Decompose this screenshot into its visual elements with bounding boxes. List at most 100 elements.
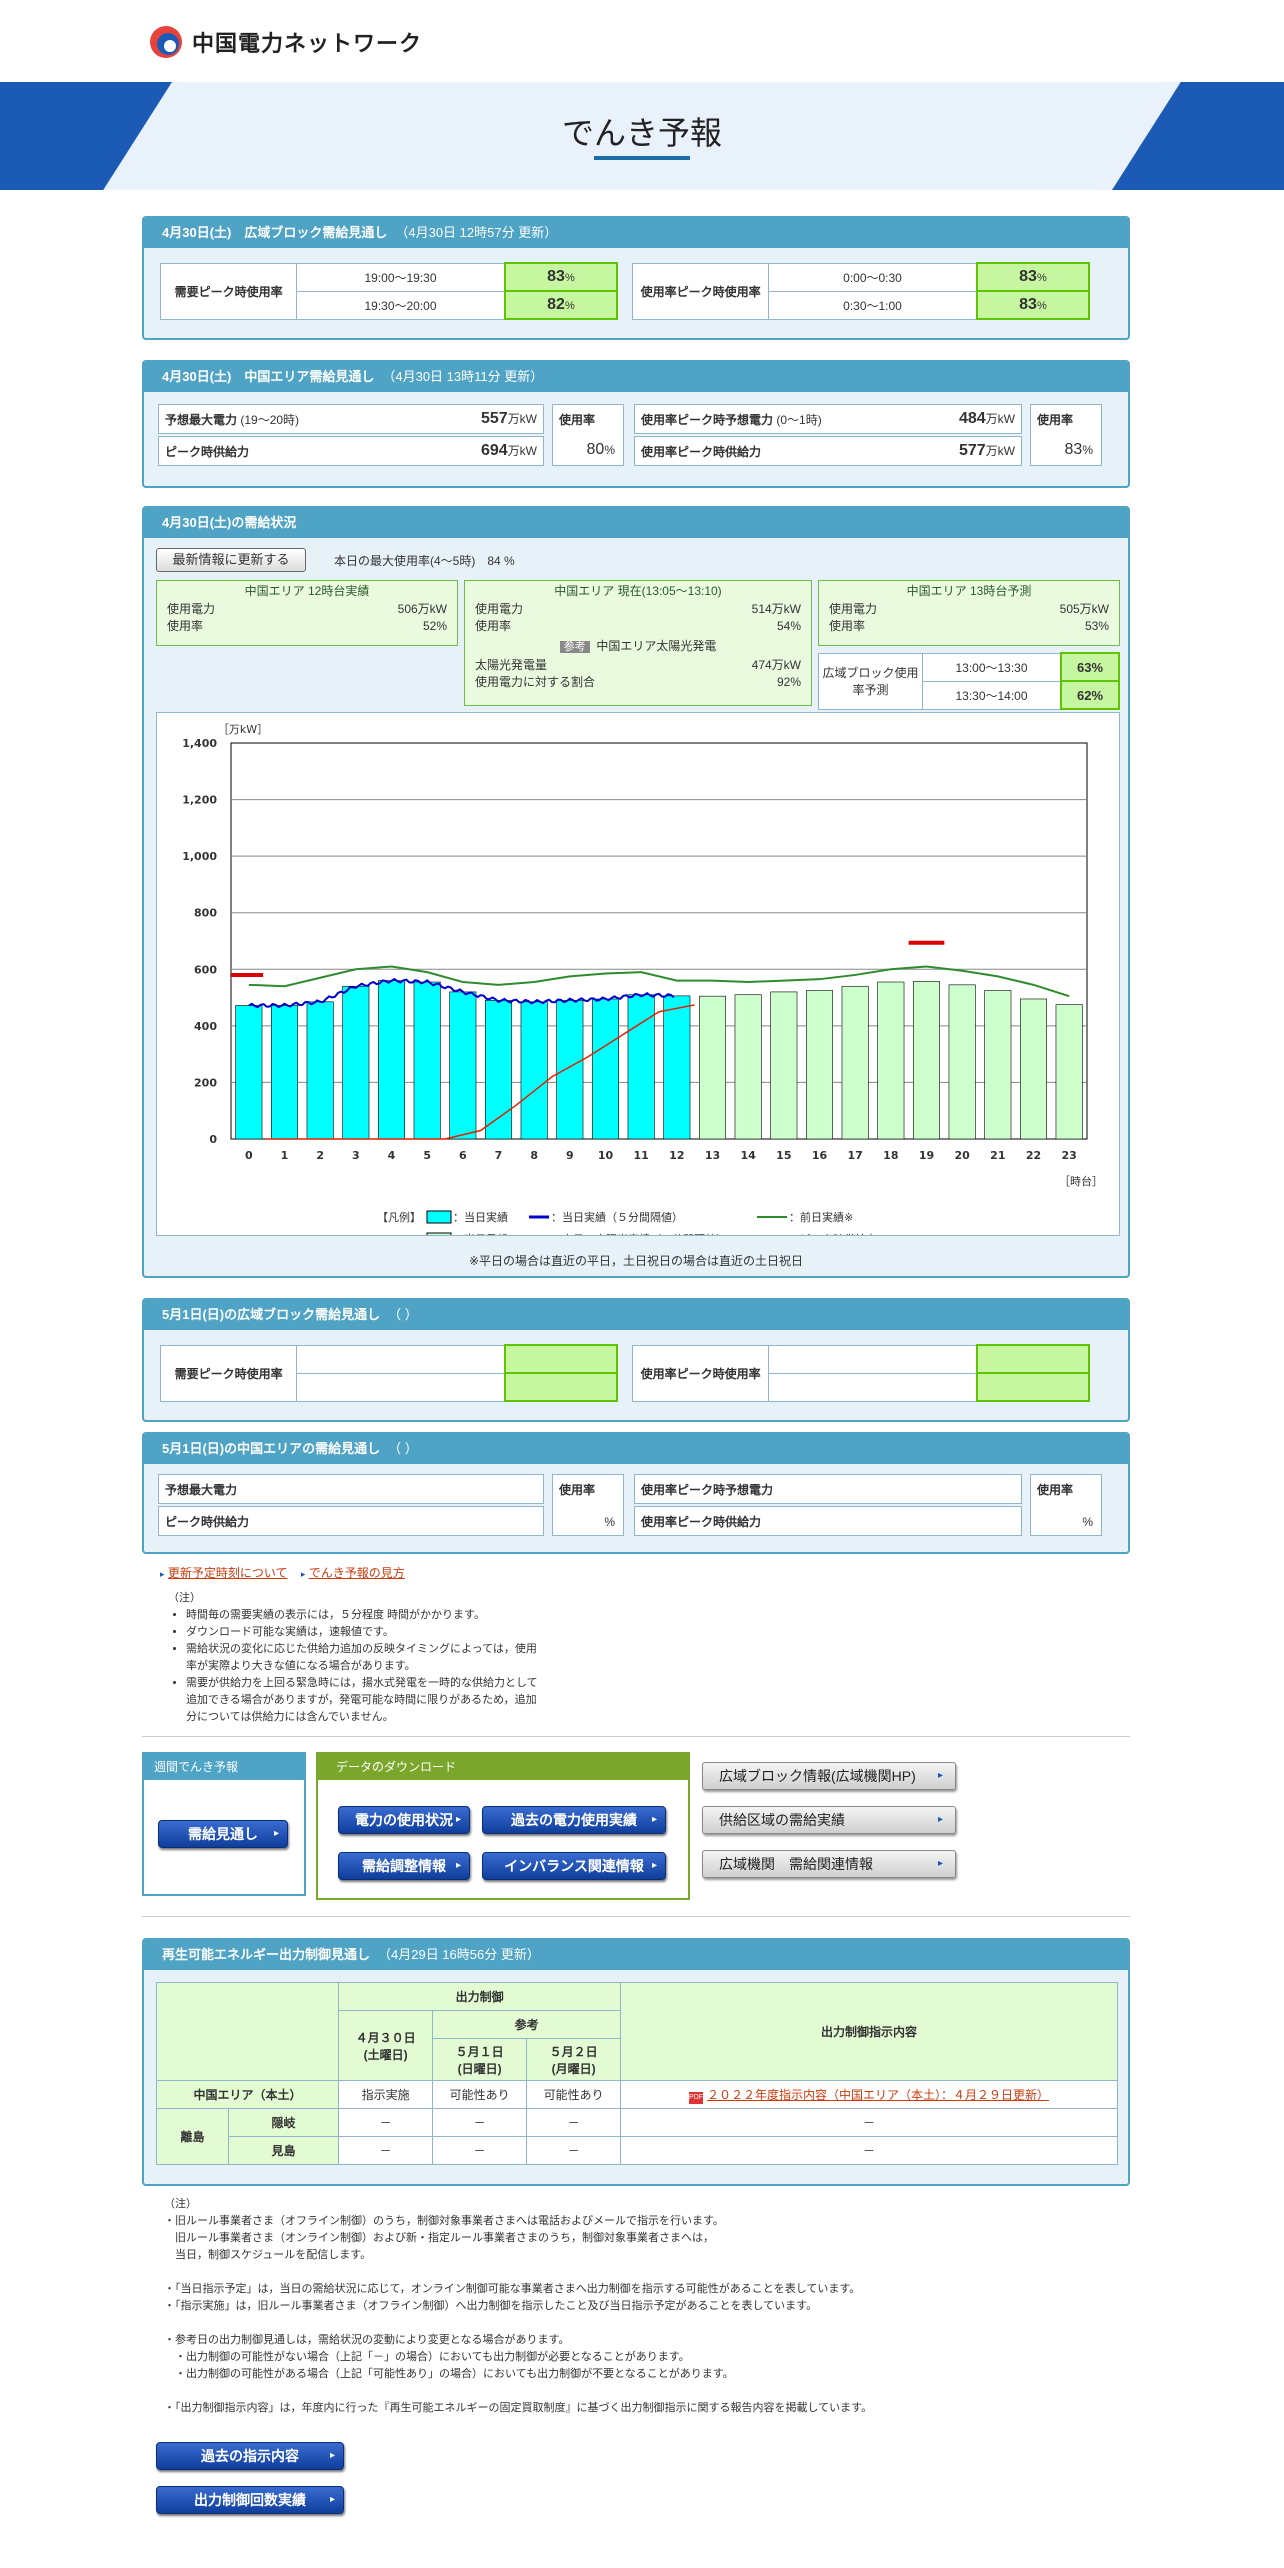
legend-prefix: 【凡例】 (377, 1210, 421, 1224)
x-tick-label: 14 (741, 1149, 757, 1162)
legend-forecast: ：当日予想 (453, 1232, 508, 1235)
top-bar: 中国電力ネットワーク (0, 0, 1284, 82)
note-line: ・出力制御の可能性がない場合（上記「－」の場合）においても出力制御が必要となるこ… (164, 2351, 690, 2363)
wide-forecast-label: 広域ブロック使用率予測 (818, 652, 923, 710)
occto-info-button[interactable]: 広域機関 需給関連情報 (702, 1850, 956, 1878)
x-tick-label: 16 (812, 1149, 828, 1162)
bar-actual (306, 1001, 334, 1140)
usage-peak-demand-row: 使用率ピーク時予想電力 (0～1時) 484万kW (634, 404, 1022, 434)
note-line: ・「当日指示予定」は，当日の需給状況に応じて，オンライン制御可能な事業者さまへ出… (164, 2283, 861, 2295)
note-line: （注） (164, 2198, 197, 2210)
y-tick-label: 1,200 (182, 794, 217, 807)
peak-supply-row: ピーク時供給力 694万kW (158, 436, 544, 466)
time-cell: 0:00～0:30 (768, 262, 978, 292)
ref-badge: 参考 (559, 641, 590, 653)
page-title: でんき予報 (561, 114, 722, 152)
note-line: ・旧ルール事業者さま（オフライン制御）のうち，制御対象事業者さまへは電話およびメ… (164, 2215, 724, 2227)
usage-peak-table: 使用率ピーク時使用率 (631, 1344, 1091, 1402)
y-tick-label: 200 (194, 1076, 217, 1089)
pct-cell: 82% (503, 290, 619, 320)
download-box: データのダウンロード 電力の使用状況 過去の電力使用実績 需給調整情報 インバラ… (316, 1752, 690, 1900)
y-tick-label: 0 (209, 1133, 217, 1146)
schedule-link[interactable]: 更新予定時刻について (168, 1566, 288, 1580)
bar-actual (592, 998, 619, 1140)
company-name: 中国電力ネットワーク (192, 31, 423, 56)
legend-swatch-actual (426, 1210, 452, 1224)
usage-peak-table: 使用率ピーク時使用率 0:00～0:30 83% 0:30～1:00 83% (631, 262, 1091, 320)
wide-block-info-button[interactable]: 広域ブロック情報(広域機関HP) (702, 1762, 956, 1790)
refresh-button[interactable]: 最新情報に更新する (156, 548, 306, 572)
actual-box: 中国エリア 12時台実績 使用電力 506万kW 使用率 52% (156, 580, 458, 646)
y-tick-label: 800 (194, 907, 217, 920)
info-links: ▸ 更新予定時刻について ▸ でんき予報の見方 (160, 1566, 405, 1580)
panel-title: 5月1日(日)の中国エリアの需給見通し (162, 1441, 381, 1456)
renewable-panel: 再生可能エネルギー出力制御見通し （4月29日 16時56分 更新） 出力制御 出力… (142, 1938, 1130, 2186)
notes-section-2: （注） ・旧ルール事業者さま（オフライン制御）のうち，制御対象事業者さまへは電話お… (164, 2196, 1104, 2417)
chugoku-tomorrow-panel: 5月1日(日)の中国エリアの需給見通し（ ） 予想最大電力 ピーク時供給力 使用… (142, 1432, 1130, 1554)
x-tick-label: 22 (1026, 1149, 1041, 1162)
y-tick-label: 400 (194, 1020, 217, 1033)
chart-footnote: ※平日の場合は直近の平日，土日祝日の場合は直近の土日祝日 (468, 1254, 804, 1268)
legend-actual: ：当日実績 (453, 1210, 508, 1224)
demand-peak-table: 需要ピーク時使用率 19:00～19:30 83% 19:30～20:00 82… (159, 262, 619, 320)
pdf-icon: PDF (689, 2091, 704, 2104)
current-box: 中国エリア 現在(13:05～13:10) 使用電力 514万kW 使用率 54% … (464, 580, 812, 706)
demand-peak-table: 需要ピーク時使用率 (159, 1344, 619, 1402)
x-tick-label: 23 (1062, 1149, 1077, 1162)
bar-forecast (877, 981, 905, 1140)
bar-actual (235, 1005, 263, 1140)
renewable-table: 出力制御 出力制御指示内容 ４月３０日 (土曜日) 参考 ５月１日 (日曜日) ５月２日(… (155, 1982, 1118, 2165)
company-logo[interactable]: 中国電力ネットワーク (148, 24, 422, 60)
time-cell: 19:00～19:30 (296, 262, 506, 292)
control-count-button[interactable]: 出力制御回数実績 (156, 2486, 344, 2514)
bar-forecast (841, 985, 869, 1140)
note-line (164, 2315, 1104, 2332)
status-panel: 4月30日(土)の需給状況 最新情報に更新する 本日の最大使用率(4～5時) 8… (142, 506, 1130, 1278)
usage-peak-supply-row: 使用率ピーク時供給力 577万kW (634, 436, 1022, 466)
x-tick-label: 10 (598, 1149, 614, 1162)
weekly-box: 週間でんき予報 需給見通し (142, 1752, 306, 1896)
panel-updated: （4月30日 13時11分 更新） (382, 369, 544, 384)
demand-chart: 02004006008001,0001,2001,400［万kW］0 1 2 3 4 5 6… (182, 723, 1103, 1246)
bar-forecast (984, 990, 1012, 1140)
past-instructions-button[interactable]: 過去の指示内容 (156, 2442, 344, 2470)
note-line: 旧ルール事業者さま（オンライン制御）および新・指定ルール事業者さまのうち，制御対… (164, 2232, 714, 2244)
x-tick-label: 19 (919, 1149, 934, 1162)
wide-block-today-panel: 4月30日(土) 広域ブロック需給見通し （4月30日 12時57分 更新） 需要… (142, 216, 1130, 340)
legend-swatch-forecast (426, 1232, 452, 1246)
instruction-link[interactable]: ２０２２年度指示内容（中国エリア（本土）：４月２９日更新） (707, 2088, 1049, 2102)
bar-actual (556, 1000, 584, 1140)
supply-outlook-button[interactable]: 需給見通し (158, 1820, 288, 1848)
wide-forecast-table: 広域ブロック使用率予測 13:00～13:30 63% 13:30～14:00 … (818, 652, 1120, 710)
panel-updated: （ ） (388, 1307, 418, 1322)
panel-title: 4月30日(土)の需給状況 (162, 515, 297, 530)
supply-area-results-button[interactable]: 供給区域の需給実績 (702, 1806, 956, 1834)
note-line (164, 2383, 1104, 2400)
x-tick-label: 3 (352, 1149, 360, 1162)
pct-cell: 83% (503, 262, 619, 292)
x-tick-label: 1 (281, 1149, 289, 1162)
notes-section-1: （注） 時間毎の需要実績の表示には，５分程度 時間がかかります。 ダウンロード可… (168, 1590, 538, 1726)
forecast-box: 中国エリア 13時台予測 使用電力 505万kW 使用率 53% (818, 580, 1120, 646)
past-usage-button[interactable]: 過去の電力使用実績 (482, 1806, 666, 1834)
howto-link[interactable]: でんき予報の見方 (309, 1566, 405, 1580)
usage-peak-label: 使用率ピーク時使用率 (631, 262, 770, 320)
x-tick-label: 7 (495, 1149, 503, 1162)
panel-title: 4月30日(土) 広域ブロック需給見通し (162, 225, 388, 240)
balancing-info-button[interactable]: 需給調整情報 (338, 1852, 470, 1880)
x-tick-label: 17 (848, 1149, 863, 1162)
bar-forecast (699, 995, 726, 1140)
y-tick-label: 1,400 (182, 737, 217, 750)
legend-actual-5min: ：当日実績（５分間隔値） (551, 1210, 683, 1224)
bar-actual (342, 985, 370, 1140)
note-line: ・「指示実施」は，旧ルール事業者さま（オフライン制御）へ出力制御を指示したこと及… (164, 2300, 818, 2312)
x-tick-label: 21 (990, 1149, 1005, 1162)
note-line: ・参考日の出力制御見通しは，需給状況の変動により変更となる場合があります。 (164, 2334, 570, 2346)
imbalance-info-button[interactable]: インバランス関連情報 (482, 1852, 666, 1880)
bar-actual (378, 980, 405, 1140)
max-usage-today: 本日の最大使用率(4～5時) 84 % (334, 554, 515, 568)
panel-title: 再生可能エネルギー出力制御見通し (162, 1947, 371, 1962)
power-usage-button[interactable]: 電力の使用状況 (338, 1806, 470, 1834)
bar-actual (271, 1005, 298, 1140)
x-tick-label: 18 (883, 1149, 898, 1162)
